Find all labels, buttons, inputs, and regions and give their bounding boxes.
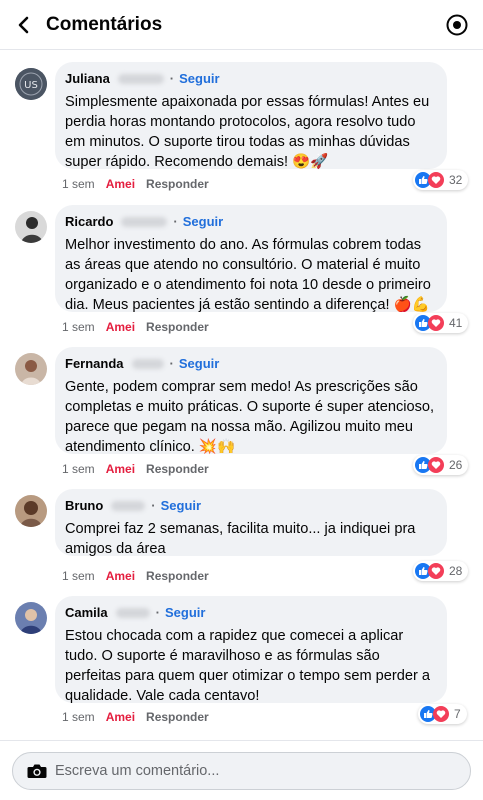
- photo-avatar-icon: [15, 353, 47, 385]
- top-bar: Comentários: [0, 0, 483, 50]
- comment-input-placeholder: Escreva um comentário...: [55, 763, 220, 779]
- reaction-count: 26: [449, 458, 463, 472]
- target-icon: [446, 14, 468, 36]
- love-reaction-button[interactable]: Amei: [106, 710, 135, 724]
- heart-icon: [433, 706, 449, 722]
- love-reaction-button[interactable]: Amei: [106, 177, 135, 191]
- avatar[interactable]: [15, 353, 47, 385]
- comment-actions: 1 sem Amei Responder: [62, 569, 209, 583]
- comment-text: Gente, podem comprar sem medo! As prescr…: [65, 379, 435, 455]
- follow-button[interactable]: Seguir: [179, 71, 219, 87]
- comment-actions: 1 sem Amei Responder: [62, 177, 209, 191]
- author-name[interactable]: Camila: [65, 605, 108, 621]
- comment-bubble: Camila · Seguir Estou chocada com a rapi…: [55, 596, 447, 704]
- reaction-count: 32: [449, 173, 463, 187]
- comment-time: 1 sem: [62, 177, 95, 191]
- initials-avatar-icon: US: [15, 68, 47, 100]
- blurred-surname: [121, 217, 168, 227]
- love-reaction-button[interactable]: Amei: [106, 569, 135, 583]
- author-name[interactable]: Ricardo: [65, 214, 113, 230]
- comment-composer-bar: Escreva um comentário...: [0, 740, 483, 800]
- follow-button[interactable]: Seguir: [179, 356, 219, 372]
- photo-avatar-icon: [15, 602, 47, 634]
- comment-bubble: Ricardo · Seguir Melhor investimento do …: [55, 205, 447, 313]
- comment-text: Melhor investimento do ano. As fórmulas …: [65, 237, 431, 313]
- heart-icon: [428, 172, 444, 188]
- reaction-summary[interactable]: 7: [418, 704, 467, 724]
- comment-actions: 1 sem Amei Responder: [62, 710, 209, 724]
- reply-button[interactable]: Responder: [146, 320, 209, 334]
- separator-dot: ·: [173, 214, 178, 229]
- options-button[interactable]: [445, 13, 469, 37]
- photo-avatar-icon: [15, 211, 47, 243]
- comment-text: Simplesmente apaixonada por essas fórmul…: [65, 94, 430, 170]
- avatar[interactable]: [15, 602, 47, 634]
- reply-button[interactable]: Responder: [146, 569, 209, 583]
- comment-bubble: Juliana · Seguir Simplesmente apaixonada…: [55, 62, 447, 170]
- camera-icon[interactable]: [27, 763, 47, 779]
- comment-actions: 1 sem Amei Responder: [62, 462, 209, 476]
- reaction-summary[interactable]: 28: [413, 561, 469, 581]
- love-reaction-button[interactable]: Amei: [106, 320, 135, 334]
- follow-button[interactable]: Seguir: [183, 214, 223, 230]
- blurred-surname: [115, 608, 150, 618]
- reaction-count: 41: [449, 316, 463, 330]
- comment-actions: 1 sem Amei Responder: [62, 320, 209, 334]
- heart-icon: [428, 315, 444, 331]
- heart-icon: [428, 457, 444, 473]
- comment-input[interactable]: Escreva um comentário...: [12, 752, 471, 790]
- comment-time: 1 sem: [62, 320, 95, 334]
- blurred-surname: [117, 74, 164, 84]
- back-button[interactable]: [4, 0, 44, 50]
- reaction-summary[interactable]: 32: [413, 170, 469, 190]
- comment-text: Estou chocada com a rapidez que comecei …: [65, 628, 431, 704]
- avatar[interactable]: [15, 211, 47, 243]
- page-title: Comentários: [46, 13, 163, 35]
- comment-bubble: Bruno · Seguir Comprei faz 2 semanas, fa…: [55, 489, 447, 557]
- reaction-summary[interactable]: 26: [413, 455, 469, 475]
- reply-button[interactable]: Responder: [146, 177, 209, 191]
- avatar[interactable]: US: [15, 68, 47, 100]
- separator-dot: ·: [155, 605, 160, 620]
- follow-button[interactable]: Seguir: [165, 605, 205, 621]
- separator-dot: ·: [151, 498, 156, 513]
- blurred-surname: [111, 501, 146, 511]
- comment-time: 1 sem: [62, 462, 95, 476]
- separator-dot: ·: [169, 71, 175, 86]
- back-arrow-icon: [18, 16, 29, 33]
- separator-dot: ·: [169, 356, 174, 371]
- follow-button[interactable]: Seguir: [161, 498, 201, 514]
- love-reaction-button[interactable]: Amei: [106, 462, 135, 476]
- avatar[interactable]: [15, 495, 47, 527]
- blurred-surname: [131, 359, 164, 369]
- comment-bubble: Fernanda · Seguir Gente, podem comprar s…: [55, 347, 447, 455]
- comment-time: 1 sem: [62, 569, 95, 583]
- comment-text: Comprei faz 2 semanas, facilita muito...…: [65, 521, 416, 557]
- comment-time: 1 sem: [62, 710, 95, 724]
- photo-avatar-icon: [15, 495, 47, 527]
- reply-button[interactable]: Responder: [146, 462, 209, 476]
- heart-icon: [428, 563, 444, 579]
- reaction-count: 7: [454, 707, 461, 721]
- svg-text:US: US: [24, 80, 38, 91]
- reaction-count: 28: [449, 564, 463, 578]
- author-name[interactable]: Bruno: [65, 498, 103, 514]
- reply-button[interactable]: Responder: [146, 710, 209, 724]
- author-name[interactable]: Juliana: [65, 71, 110, 87]
- author-name[interactable]: Fernanda: [65, 356, 124, 372]
- reaction-summary[interactable]: 41: [413, 313, 469, 333]
